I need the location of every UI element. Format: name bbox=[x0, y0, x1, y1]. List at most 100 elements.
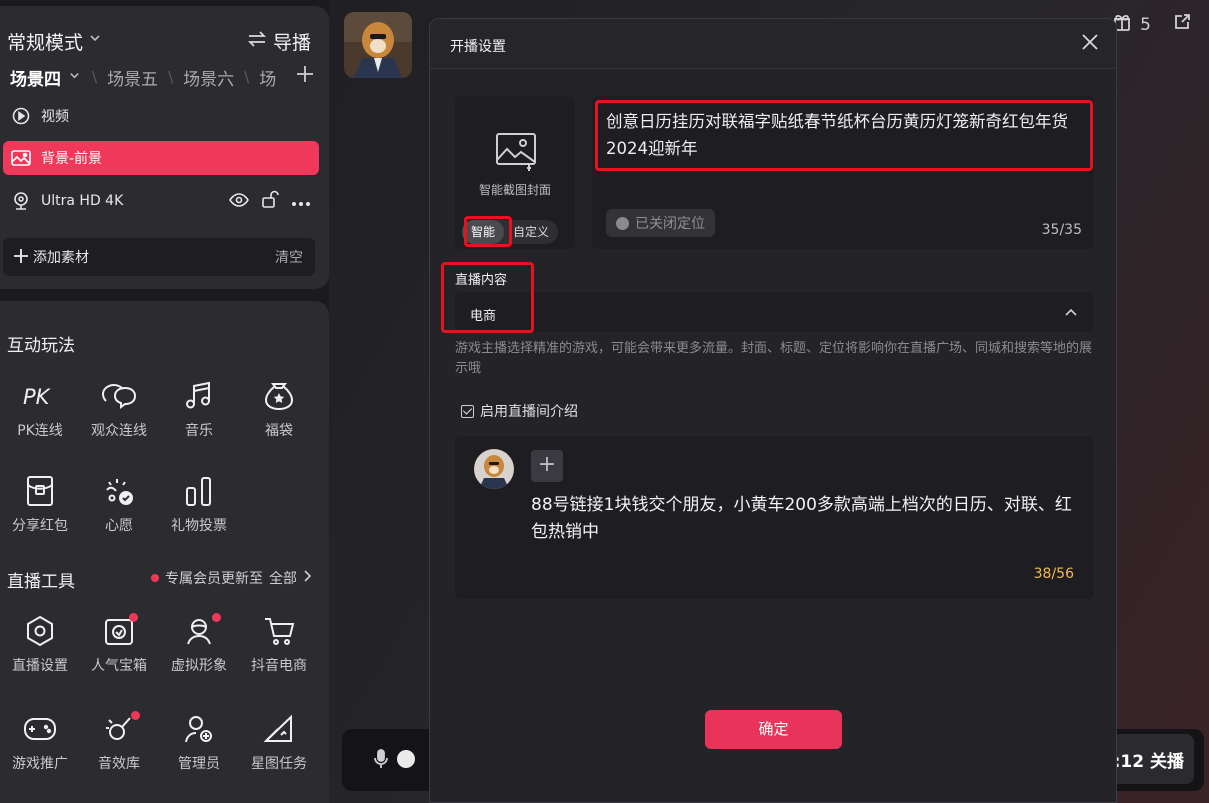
live-settings-button[interactable]: 直播设置 bbox=[0, 614, 80, 675]
scene-tab-7[interactable]: 场 bbox=[259, 65, 276, 90]
cover-tab-custom[interactable]: 自定义 bbox=[504, 220, 558, 244]
mode-selector[interactable]: 常规模式 bbox=[7, 28, 83, 55]
camera-icon bbox=[11, 191, 31, 211]
gamepad-icon bbox=[0, 712, 80, 746]
cover-picker[interactable]: 智能截图封面 智能 自定义 bbox=[455, 96, 575, 249]
red-packet-icon bbox=[0, 474, 80, 508]
scene-separator: \ bbox=[168, 68, 174, 86]
svg-text:PK: PK bbox=[23, 385, 52, 408]
vip-update-link[interactable]: 专属会员更新至 全部 bbox=[151, 568, 312, 588]
interactive-section-title: 互动玩法 bbox=[7, 336, 75, 356]
confirm-button[interactable]: 确定 bbox=[705, 710, 842, 749]
chat-bubbles-icon bbox=[79, 379, 159, 413]
add-scene-icon[interactable] bbox=[291, 64, 315, 90]
wish-button[interactable]: 心愿 bbox=[79, 474, 159, 535]
cover-label: 智能截图封面 bbox=[478, 183, 551, 197]
chevron-down-icon[interactable] bbox=[69, 70, 80, 85]
live-content-value: 电商 bbox=[470, 309, 497, 324]
hexagon-settings-icon bbox=[0, 614, 80, 648]
sound-effects-button[interactable]: 音效库 bbox=[79, 711, 159, 773]
director-label: 导播 bbox=[272, 32, 311, 54]
cover-tab-smart[interactable]: 智能 bbox=[462, 220, 505, 244]
scene-panel: 常规模式 导播 场景四 \ 场景五 \ 场景六 \ 场 视频 背景-前景 Ult… bbox=[0, 6, 329, 289]
star-map-task-button[interactable]: 星图任务 bbox=[239, 712, 319, 773]
intro-checkbox-label: 启用直播间介绍 bbox=[480, 404, 578, 420]
notification-dot bbox=[151, 574, 159, 582]
volume-slider-knob[interactable] bbox=[397, 750, 415, 768]
director-button[interactable]: 导播 bbox=[247, 28, 311, 55]
plus-icon bbox=[13, 245, 29, 269]
gift-count: 5 bbox=[1140, 14, 1151, 35]
content-hint: 游戏主播选择精准的游戏，可能会带来更多流量。封面、标题、定位将影响你在直播广场、… bbox=[455, 341, 1093, 376]
eye-icon[interactable] bbox=[229, 192, 249, 211]
pk-icon: PK bbox=[0, 379, 80, 413]
source-item-background[interactable]: 背景-前景 bbox=[3, 141, 319, 175]
live-title-text[interactable]: 创意日历挂历对联福字贴纸春节纸杯台历黄历灯笼新奇红包年货2024迎新年 bbox=[606, 108, 1086, 162]
chevron-up-icon bbox=[1064, 304, 1078, 318]
intro-avatar bbox=[474, 449, 514, 489]
source-item-uhd[interactable]: Ultra HD 4K bbox=[3, 184, 319, 218]
streamer-avatar[interactable] bbox=[344, 12, 412, 78]
dialog-header: 开播设置 bbox=[430, 19, 1116, 69]
top-stats: 5 bbox=[1112, 12, 1191, 37]
douyin-ecommerce-button[interactable]: 抖音电商 bbox=[239, 614, 319, 675]
music-note-icon bbox=[159, 379, 239, 413]
scene-separator: \ bbox=[92, 68, 98, 86]
gift-vote-button[interactable]: 礼物投票 bbox=[159, 474, 239, 535]
tools-section-title: 直播工具 bbox=[7, 572, 75, 592]
star-map-icon bbox=[239, 712, 319, 746]
wish-icon bbox=[79, 474, 159, 508]
shopping-cart-icon bbox=[239, 614, 319, 648]
add-material-label: 添加素材 bbox=[33, 250, 89, 266]
source-item-video[interactable]: 视频 bbox=[3, 99, 319, 133]
scene-tab-5[interactable]: 场景五 bbox=[107, 65, 158, 90]
popularity-box-button[interactable]: 人气宝箱 bbox=[79, 613, 159, 675]
scene-tabs: 场景四 \ 场景五 \ 场景六 \ 场 bbox=[10, 64, 315, 90]
location-dot-icon bbox=[616, 216, 629, 230]
checkbox-checked-icon[interactable] bbox=[461, 404, 474, 418]
source-label: Ultra HD 4K bbox=[41, 193, 124, 209]
title-input[interactable]: 创意日历挂历对联福字贴纸春节纸杯台历黄历灯笼新奇红包年货2024迎新年 已关闭定… bbox=[592, 96, 1094, 249]
bar-chart-icon bbox=[159, 474, 239, 508]
image-icon bbox=[11, 148, 31, 168]
scene-tab-4[interactable]: 场景四 bbox=[10, 65, 61, 90]
cover-mode-tabs: 智能 自定义 bbox=[462, 220, 559, 244]
location-toggle[interactable]: 已关闭定位 bbox=[606, 209, 715, 237]
app-root: 5 :12 关播 常规模式 导播 场景四 \ 场景五 \ 场景六 \ 场 视频 … bbox=[0, 0, 1209, 803]
microphone-icon[interactable] bbox=[372, 748, 390, 774]
unlock-icon[interactable] bbox=[261, 190, 279, 212]
share-icon[interactable] bbox=[1173, 13, 1191, 36]
treasure-box-icon bbox=[79, 613, 159, 648]
source-label: 视频 bbox=[41, 109, 69, 125]
add-image-button[interactable]: + bbox=[531, 450, 563, 482]
close-icon[interactable] bbox=[1078, 30, 1102, 54]
admin-icon bbox=[159, 712, 239, 746]
chevron-right-icon bbox=[303, 570, 312, 586]
intro-char-count: 38/56 bbox=[1033, 566, 1074, 582]
music-button[interactable]: 音乐 bbox=[159, 379, 239, 440]
game-promotion-button[interactable]: 游戏推广 bbox=[0, 712, 80, 773]
audience-link-button[interactable]: 观众连线 bbox=[79, 379, 159, 440]
share-red-packet-button[interactable]: 分享红包 bbox=[0, 474, 80, 535]
chevron-down-icon[interactable] bbox=[89, 32, 101, 48]
lucky-bag-button[interactable]: 福袋 bbox=[239, 379, 319, 440]
dialog-title: 开播设置 bbox=[450, 39, 506, 55]
virtual-avatar-button[interactable]: 虚拟形象 bbox=[159, 613, 239, 675]
notification-dot bbox=[131, 711, 140, 720]
add-material-button[interactable]: 添加素材 清空 bbox=[3, 238, 315, 276]
live-content-select[interactable]: 电商 bbox=[455, 292, 1094, 332]
swap-icon bbox=[247, 30, 267, 53]
clear-button[interactable]: 清空 bbox=[275, 247, 303, 267]
scene-separator: \ bbox=[244, 68, 250, 86]
image-icon bbox=[493, 130, 539, 172]
intro-editor[interactable]: + 88号链接1块钱交个朋友，小黄车200多款高端上档次的日历、对联、红包热销中… bbox=[455, 436, 1094, 599]
intro-checkbox[interactable]: 启用直播间介绍 bbox=[461, 401, 578, 421]
intro-text[interactable]: 88号链接1块钱交个朋友，小黄车200多款高端上档次的日历、对联、红包热销中 bbox=[531, 492, 1079, 546]
sound-effect-icon bbox=[79, 711, 159, 746]
lucky-bag-icon bbox=[239, 379, 319, 413]
tools-panel: 互动玩法 PK PK连线 观众连线 音乐 福袋 分享红包 心愿 礼物投票 直播工… bbox=[0, 301, 329, 803]
scene-tab-6[interactable]: 场景六 bbox=[183, 65, 234, 90]
more-icon[interactable] bbox=[291, 192, 311, 211]
pk-link-button[interactable]: PK PK连线 bbox=[0, 379, 80, 440]
admin-button[interactable]: 管理员 bbox=[159, 712, 239, 773]
